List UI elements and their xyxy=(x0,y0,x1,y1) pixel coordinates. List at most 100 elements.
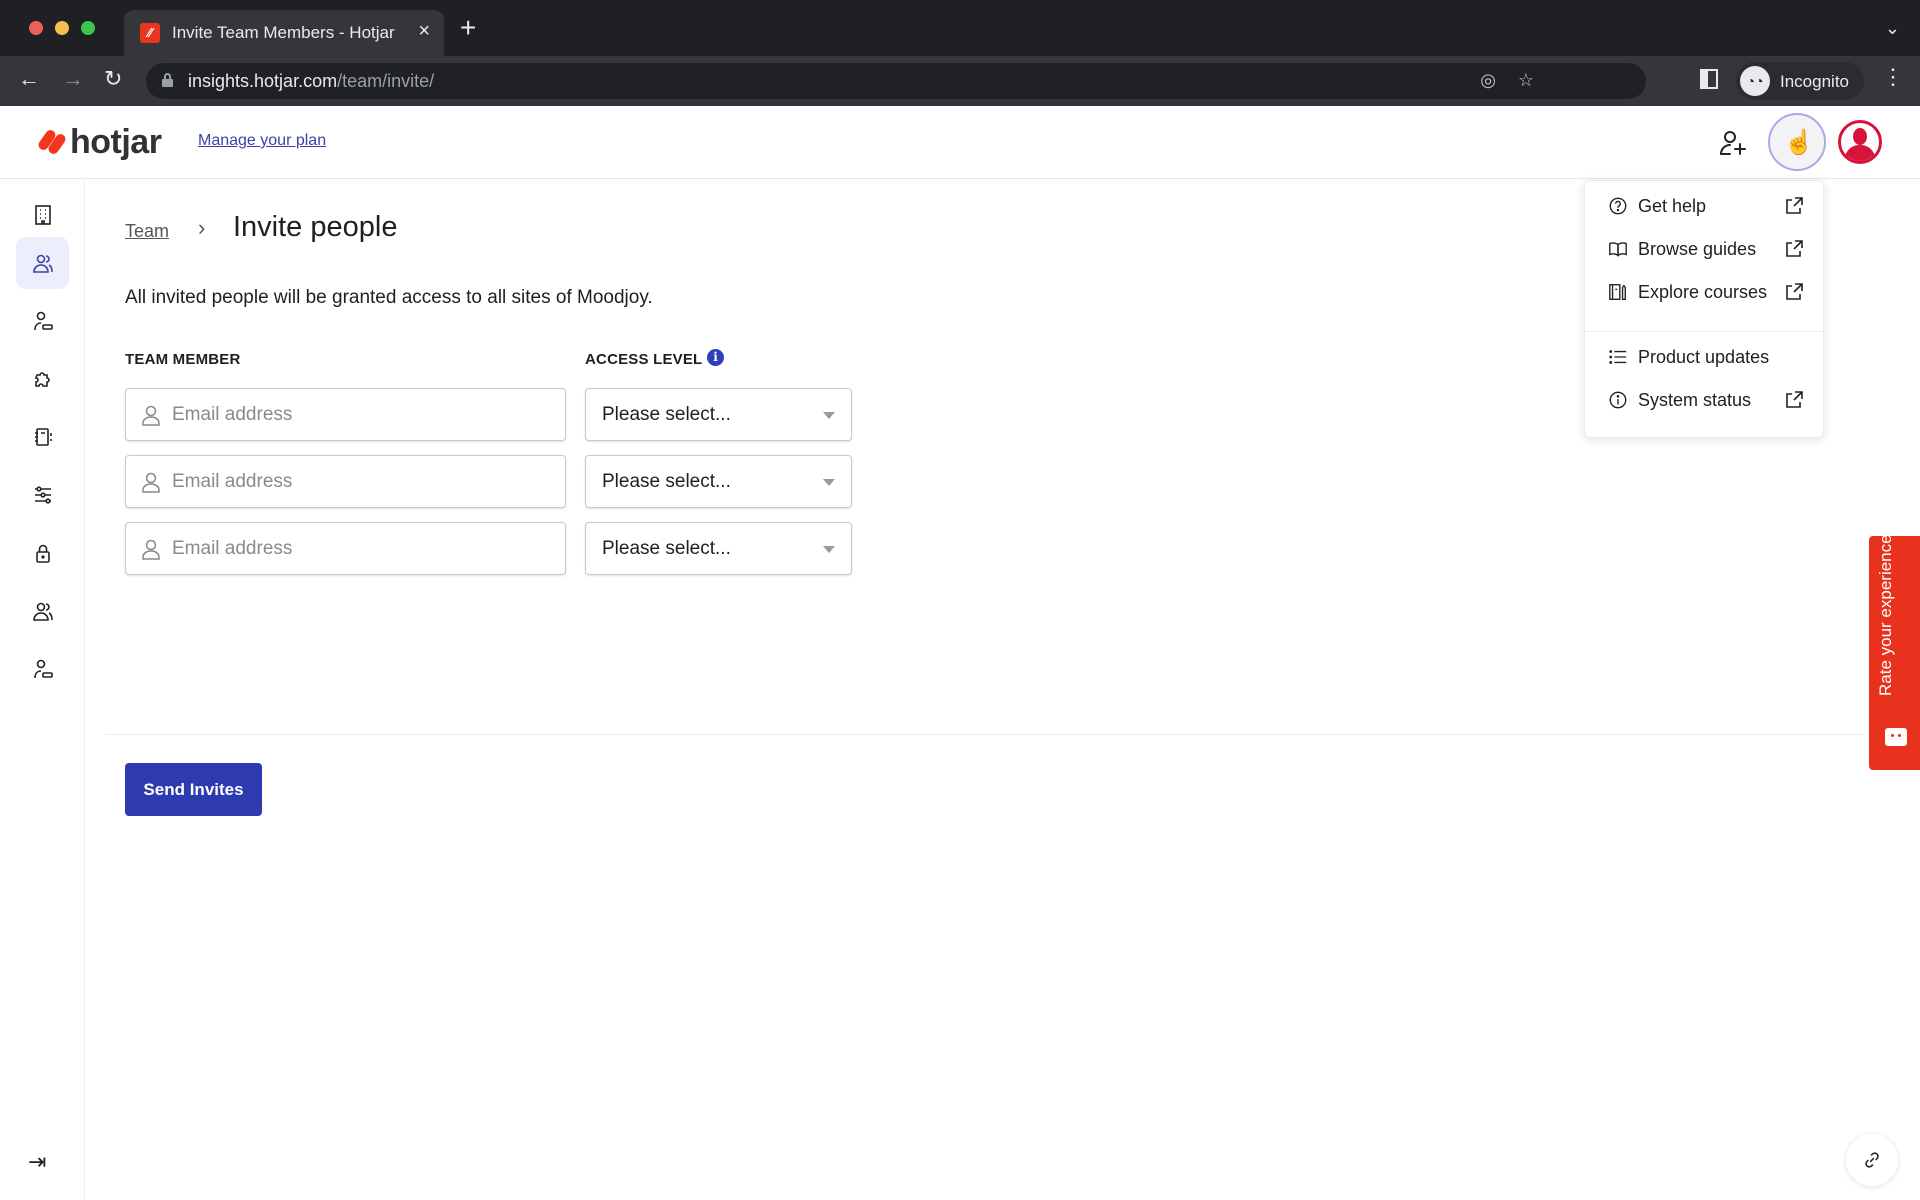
form-divider xyxy=(105,734,1865,735)
menu-item-explore-courses[interactable]: Explore courses xyxy=(1585,274,1825,310)
browser-tab-strip: ⁄⁄ Invite Team Members - Hotjar × + ⌄ xyxy=(0,0,1920,56)
email-field[interactable] xyxy=(125,522,566,575)
dropdown-caret-icon xyxy=(823,546,835,553)
hotjar-logo-icon xyxy=(36,127,68,157)
menu-separator xyxy=(1585,331,1825,332)
sidebar-item-user-settings[interactable] xyxy=(16,295,69,347)
address-bar[interactable]: insights.hotjar.com/team/invite/ ◎ ☆ xyxy=(146,63,1646,99)
browser-menu-icon[interactable]: ⋮ xyxy=(1882,66,1904,88)
tracking-protection-eye-slash-icon[interactable]: ◎ xyxy=(1480,70,1496,91)
dropdown-caret-icon xyxy=(823,479,835,486)
link-icon xyxy=(1865,1152,1879,1168)
external-link-icon xyxy=(1786,283,1803,300)
user-icon xyxy=(142,539,160,560)
sliders-icon xyxy=(34,486,51,504)
user-icon xyxy=(142,405,160,426)
access-level-value: Please select... xyxy=(602,404,731,425)
team-member-label: TEAM MEMBER xyxy=(125,351,241,368)
incognito-profile-button[interactable]: ◔◔ Incognito xyxy=(1736,62,1864,100)
invite-user-icon[interactable] xyxy=(1718,128,1748,158)
access-level-select[interactable]: Please select... xyxy=(585,522,852,575)
notebook-icon xyxy=(34,428,52,446)
access-level-label: ACCESS LEVEL xyxy=(585,351,703,368)
courses-icon xyxy=(1607,281,1629,303)
browser-toolbar: ← → ↻ insights.hotjar.com/team/invite/ ◎… xyxy=(0,56,1920,106)
window-minimize-button[interactable] xyxy=(55,21,69,35)
sidebar-item-organization[interactable] xyxy=(16,189,69,241)
sidebar-item-security[interactable] xyxy=(16,527,69,579)
access-level-value: Please select... xyxy=(602,538,731,559)
help-dropdown-menu: Get help Browse guides Explore courses P… xyxy=(1584,180,1825,438)
browser-tab-active[interactable]: ⁄⁄ Invite Team Members - Hotjar × xyxy=(124,10,444,56)
tab-title: Invite Team Members - Hotjar xyxy=(172,23,395,42)
info-circle-icon xyxy=(1607,389,1629,411)
logo-text: hotjar xyxy=(70,122,162,161)
page-title: Invite people xyxy=(233,211,398,243)
email-input[interactable] xyxy=(172,389,552,440)
app-header: hotjar Manage your plan ☝ xyxy=(0,106,1920,179)
user-settings-icon xyxy=(33,659,53,679)
external-link-icon xyxy=(1786,391,1803,408)
menu-item-get-help[interactable]: Get help xyxy=(1585,188,1825,224)
access-level-select[interactable]: Please select... xyxy=(585,388,852,441)
forward-button[interactable]: → xyxy=(62,66,84,92)
rate-experience-label: Rate your experience xyxy=(1876,534,1895,696)
breadcrumb-team-link[interactable]: Team xyxy=(125,221,169,242)
access-info-text: All invited people will be granted acces… xyxy=(125,287,653,308)
access-level-value: Please select... xyxy=(602,471,731,492)
side-panel-icon[interactable] xyxy=(1700,69,1718,89)
user-avatar[interactable] xyxy=(1838,120,1882,164)
sidebar-item-team-2[interactable] xyxy=(16,585,69,637)
back-button[interactable]: ← xyxy=(18,66,40,92)
external-link-icon xyxy=(1786,240,1803,257)
lock-icon xyxy=(35,544,50,563)
sidebar-item-settings[interactable] xyxy=(16,469,69,521)
incognito-icon: ◔◔ xyxy=(1740,66,1770,96)
email-field[interactable] xyxy=(125,455,566,508)
external-link-icon xyxy=(1786,197,1803,214)
help-menu-button[interactable]: ☝ xyxy=(1768,113,1826,171)
hotjar-logo[interactable]: hotjar xyxy=(36,122,162,162)
feedback-face-icon xyxy=(1885,728,1907,746)
access-level-select[interactable]: Please select... xyxy=(585,455,852,508)
menu-item-system-status[interactable]: System status xyxy=(1585,382,1825,418)
sidebar-item-integrations[interactable] xyxy=(16,353,69,405)
window-close-button[interactable] xyxy=(29,21,43,35)
new-tab-button[interactable]: + xyxy=(460,14,476,42)
email-input[interactable] xyxy=(172,523,552,574)
puzzle-icon xyxy=(34,372,50,387)
user-settings-icon xyxy=(33,311,53,331)
menu-item-browse-guides[interactable]: Browse guides xyxy=(1585,231,1825,267)
email-field[interactable] xyxy=(125,388,566,441)
lock-icon[interactable] xyxy=(162,73,173,87)
question-circle-icon xyxy=(1607,195,1629,217)
bookmark-star-icon[interactable]: ☆ xyxy=(1518,70,1534,91)
window-maximize-button[interactable] xyxy=(81,21,95,35)
sidebar-item-notebook[interactable] xyxy=(16,411,69,463)
help-cursor-icon: ☝ xyxy=(1784,129,1814,156)
incognito-label: Incognito xyxy=(1780,72,1849,91)
rate-your-experience-tab[interactable]: Rate your experience xyxy=(1869,534,1920,770)
manage-plan-link[interactable]: Manage your plan xyxy=(198,132,326,150)
tab-search-chevron-icon[interactable]: ⌄ xyxy=(1885,18,1900,39)
copy-link-button[interactable] xyxy=(1846,1134,1898,1186)
menu-item-product-updates[interactable]: Product updates xyxy=(1585,339,1825,375)
sidebar-item-team[interactable] xyxy=(16,237,69,289)
team-icon xyxy=(32,254,53,273)
email-input[interactable] xyxy=(172,456,552,507)
access-level-info-icon[interactable]: i xyxy=(707,349,724,366)
user-icon xyxy=(142,472,160,493)
dropdown-caret-icon xyxy=(823,412,835,419)
reload-button[interactable]: ↻ xyxy=(104,66,122,92)
sidebar-item-user-settings-2[interactable] xyxy=(16,643,69,695)
list-icon xyxy=(1607,346,1629,368)
hotjar-page: hotjar Manage your plan ☝ ⇥ Team › Invit… xyxy=(0,106,1920,1200)
url-text[interactable]: insights.hotjar.com/team/invite/ xyxy=(188,71,434,92)
expand-sidebar-icon[interactable]: ⇥ xyxy=(28,1149,46,1175)
breadcrumb-chevron-icon: › xyxy=(198,215,206,240)
send-invites-button[interactable]: Send Invites xyxy=(125,763,262,816)
team-icon xyxy=(32,602,53,621)
sidebar: ⇥ xyxy=(0,179,85,1200)
tab-close-icon[interactable]: × xyxy=(418,20,430,43)
building-icon xyxy=(34,205,51,225)
